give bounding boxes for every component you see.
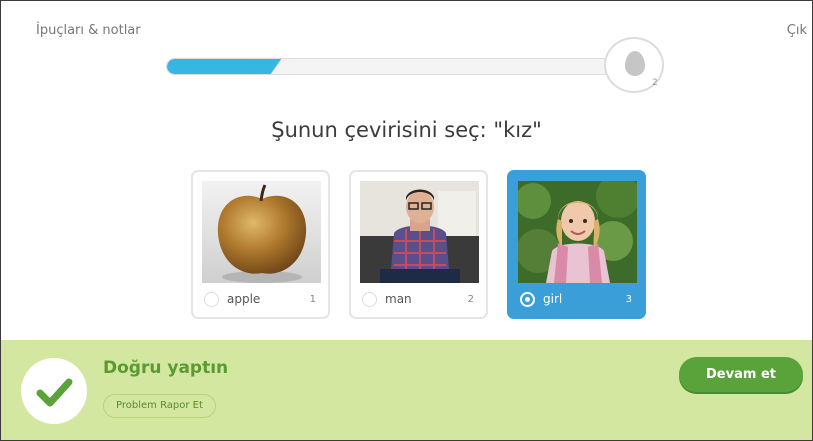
lesson-progress-bar — [166, 58, 616, 75]
option-card-man[interactable]: man 2 — [349, 170, 488, 319]
apple-image — [202, 181, 321, 283]
option-shortcut-number: 3 — [625, 294, 632, 305]
result-title: Doğru yaptın — [103, 358, 229, 378]
lingot-count: 2 — [652, 78, 658, 88]
checkmark-icon — [36, 378, 73, 407]
question-prompt: Şunun çevirisini seç: "kız" — [271, 118, 542, 142]
progress-fill — [167, 59, 266, 74]
egg-icon — [625, 51, 645, 76]
option-shortcut-number: 1 — [309, 294, 316, 305]
feedback-footer: Doğru yaptın Problem Rapor Et Devam et — [1, 340, 812, 440]
option-label: apple — [227, 292, 261, 306]
result-badge — [21, 358, 87, 424]
girl-image — [518, 181, 637, 283]
option-card-apple[interactable]: apple 1 — [191, 170, 330, 319]
continue-button[interactable]: Devam et — [679, 357, 803, 392]
radio-icon[interactable] — [362, 292, 377, 307]
option-card-girl[interactable]: girl 3 — [507, 170, 646, 319]
hints-notes-link[interactable]: İpuçları & notlar — [36, 23, 141, 38]
quit-link[interactable]: Çık — [787, 23, 807, 38]
radio-icon[interactable] — [520, 292, 535, 307]
option-shortcut-number: 2 — [467, 294, 474, 305]
report-problem-button[interactable]: Problem Rapor Et — [103, 394, 216, 418]
man-image — [360, 181, 479, 283]
radio-icon[interactable] — [204, 292, 219, 307]
option-label: man — [385, 292, 412, 306]
option-label: girl — [543, 292, 563, 306]
